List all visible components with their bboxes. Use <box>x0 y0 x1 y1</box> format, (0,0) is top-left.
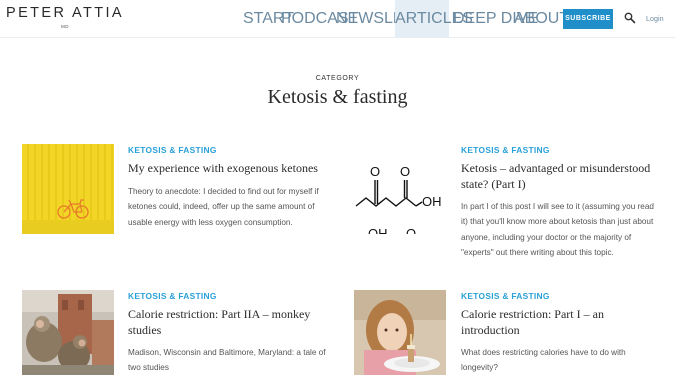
nav-start[interactable]: START <box>243 0 294 38</box>
category-label: CATEGORY <box>315 75 360 82</box>
chem-label: O <box>370 164 380 179</box>
subscribe-button[interactable]: SUBSCRIBE <box>563 9 613 29</box>
article-title[interactable]: Calorie restriction: Part IIA – monkey s… <box>128 306 328 338</box>
search-icon[interactable] <box>624 12 636 24</box>
article-excerpt: In part I of this post I will see to it … <box>461 202 654 258</box>
login-link[interactable]: Login <box>646 0 664 38</box>
chem-label: OH <box>368 226 388 234</box>
site-logo[interactable]: PETER ATTIA <box>6 5 124 21</box>
page-title: Ketosis & fasting <box>267 86 408 108</box>
article-image-monkey-studies[interactable] <box>22 290 114 375</box>
nav-podcast[interactable]: PODCAST ⌄ <box>281 0 365 38</box>
site-header: PETER ATTIA MD START PODCAST ⌄ NEWSLETTER… <box>0 0 675 38</box>
chem-label: O <box>400 164 410 179</box>
article-title[interactable]: Calorie restriction: Part I – an introdu… <box>461 306 661 338</box>
chem-label: O <box>406 226 416 234</box>
article-image-ketosis-part-1[interactable]: O O OH OH O <box>354 144 446 234</box>
article-image-calorie-restriction-intro[interactable] <box>354 290 446 375</box>
article-category-tag[interactable]: KETOSIS & FASTING <box>128 145 217 155</box>
nav-about[interactable]: ABOUT⌄ <box>514 0 575 38</box>
nav-articles[interactable]: ARTICLES ⌄ <box>395 0 479 38</box>
article-image-exogenous-ketones[interactable] <box>22 144 114 234</box>
article-title[interactable]: My experience with exogenous ketones <box>128 160 328 176</box>
nav-newsletter[interactable]: NEWSLETTER ⌄ <box>336 0 452 38</box>
article-category-tag[interactable]: KETOSIS & FASTING <box>128 291 217 301</box>
chem-label: OH <box>422 194 442 209</box>
article-category-tag[interactable]: KETOSIS & FASTING <box>461 291 550 301</box>
article-excerpt: What does restricting calories have to d… <box>461 348 626 373</box>
nav-deep-dive[interactable]: DEEP DIVE ⌄ <box>453 0 544 38</box>
article-excerpt: Madison, Wisconsin and Baltimore, Maryla… <box>128 348 326 373</box>
article-category-tag[interactable]: KETOSIS & FASTING <box>461 145 550 155</box>
article-title[interactable]: Ketosis – advantaged or misunderstood st… <box>461 160 661 192</box>
logo-subtitle: MD <box>61 24 69 29</box>
nav-label: ABOUT <box>514 10 570 27</box>
article-excerpt: Theory to anecdote: I decided to find ou… <box>128 187 319 227</box>
